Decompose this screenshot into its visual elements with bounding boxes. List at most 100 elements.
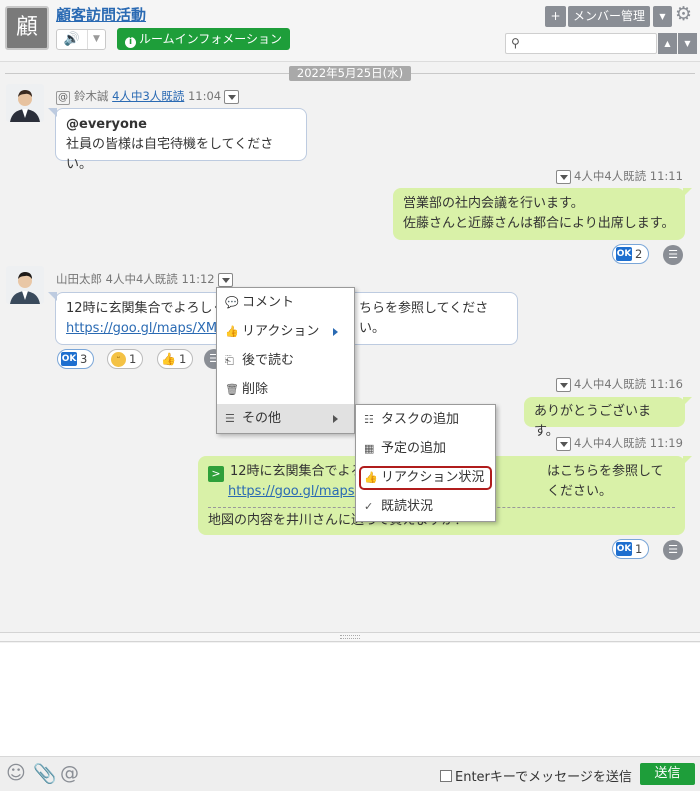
- reaction-ok[interactable]: OK 3: [57, 349, 95, 369]
- reaction-count: 3: [80, 352, 88, 366]
- send-button[interactable]: 送信: [640, 763, 695, 785]
- comment-icon: 💬: [225, 296, 239, 309]
- person-icon: [6, 84, 44, 122]
- read-status-link[interactable]: 4人中3人既読: [112, 89, 184, 103]
- message-meta: 山田太郎 4人中4人既読 11:12: [56, 271, 236, 287]
- message-text: 営業部の社内会議を行います。: [403, 196, 584, 211]
- menu-item-delete[interactable]: 🗑 削除: [217, 375, 354, 404]
- thumbs-up-icon: 👍: [225, 325, 239, 338]
- calendar-icon: ▦: [364, 442, 375, 455]
- read-status: 4人中4人既読: [574, 377, 647, 391]
- menu-item-add-schedule[interactable]: ▦ 予定の追加: [356, 434, 495, 463]
- plus-icon[interactable]: +: [545, 6, 566, 27]
- list-icon: ☰: [225, 412, 235, 425]
- sound-toggle[interactable]: 🔊 ▼: [56, 29, 106, 50]
- resize-handle[interactable]: [0, 632, 700, 642]
- date-label: 2022年5月25日(水): [289, 66, 411, 81]
- timestamp: 11:12: [181, 272, 215, 286]
- speaker-icon[interactable]: 🔊: [57, 30, 87, 49]
- timestamp: 11:16: [649, 377, 683, 391]
- search-down-button[interactable]: ▼: [678, 33, 697, 54]
- avatar[interactable]: [6, 84, 44, 122]
- menu-item-other[interactable]: ☰ その他: [217, 404, 354, 433]
- menu-item-label: 既読状況: [381, 499, 434, 514]
- reaction-count: 1: [635, 542, 643, 556]
- bookmark-icon: ⎗: [225, 354, 234, 367]
- room-avatar: 顧: [5, 6, 49, 50]
- enter-to-send-checkbox[interactable]: Enterキーでメッセージを送信: [440, 766, 632, 785]
- smile-icon[interactable]: ☺: [6, 762, 26, 784]
- reaction-count: 1: [178, 352, 187, 366]
- read-status: 4人中4人既読: [574, 169, 647, 183]
- mention-icon: @: [56, 91, 70, 105]
- sender-name: 山田太郎: [56, 272, 102, 286]
- read-status: 4人中4人既読: [105, 272, 178, 286]
- search-icon: ⚲: [511, 36, 520, 50]
- message-text: ちらを参照してください。: [359, 301, 489, 336]
- message-meta: 4人中4人既読 11:11: [553, 168, 683, 184]
- timestamp: 11:19: [649, 436, 683, 450]
- search-input[interactable]: ⚲: [505, 33, 657, 54]
- message-bubble: 営業部の社内会議を行います。 佐藤さんと近藤さんは都合により出席します。: [393, 188, 692, 240]
- message-input[interactable]: [0, 643, 700, 756]
- mention-icon[interactable]: @: [60, 762, 79, 784]
- enter-to-send-label: Enterキーでメッセージを送信: [455, 770, 632, 785]
- chevron-right-icon: [333, 328, 338, 336]
- chevron-down-icon[interactable]: ▼: [653, 6, 672, 27]
- timestamp: 11:11: [649, 169, 683, 183]
- menu-item-label: 予定の追加: [381, 441, 447, 456]
- reaction-ok[interactable]: OK 1: [612, 539, 650, 559]
- search-up-button[interactable]: ▲: [658, 33, 677, 54]
- ok-icon: OK: [616, 542, 632, 556]
- quote-text: はこちらを参照してください。: [547, 464, 664, 499]
- message-meta: 4人中4人既読 11:16: [553, 376, 683, 392]
- composer-footer: ☺ 📎 @ Enterキーでメッセージを送信 送信: [0, 756, 700, 791]
- menu-item-label: タスクの追加: [381, 412, 460, 427]
- message-bubble: @everyone 社員の皆様は自宅待機をしてください。: [48, 108, 307, 172]
- read-status: 4人中4人既読: [574, 436, 647, 450]
- menu-item-label: コメント: [242, 295, 295, 310]
- hamburger-icon[interactable]: ☰: [663, 245, 683, 265]
- smile-icon: ᵕ: [111, 351, 126, 367]
- info-icon: i: [125, 37, 136, 48]
- paperclip-icon[interactable]: 📎: [33, 762, 57, 785]
- menu-item-add-task[interactable]: ☷ タスクの追加: [356, 405, 495, 434]
- room-title[interactable]: 顧客訪問活動: [56, 4, 146, 25]
- menu-item-comment[interactable]: 💬 コメント: [217, 288, 354, 317]
- person-icon: [6, 266, 44, 304]
- checkbox[interactable]: [440, 769, 452, 782]
- room-header: 顧 顧客訪問活動 🔊 ▼ i ルームインフォメーション + メンバー管理 ▼ ⚙ …: [0, 0, 700, 62]
- menu-item-reaction-status[interactable]: 👍 リアクション状況: [356, 463, 495, 492]
- checklist-icon: ☷: [364, 413, 374, 426]
- hamburger-icon[interactable]: ☰: [663, 540, 683, 560]
- message-meta: @ 鈴木誠 4人中3人既読 11:04: [56, 88, 242, 105]
- message-menu-button[interactable]: [556, 436, 571, 451]
- reaction-count: 2: [635, 247, 643, 261]
- gear-icon[interactable]: ⚙: [675, 4, 692, 24]
- avatar[interactable]: [6, 266, 44, 304]
- message-menu-button[interactable]: [224, 89, 240, 104]
- reaction-count: 1: [129, 352, 137, 366]
- message-menu-button[interactable]: [556, 377, 571, 392]
- menu-item-read-status[interactable]: ✓ 既読状況: [356, 492, 495, 521]
- message-bubble: ありがとうございます。: [524, 397, 692, 439]
- message-text: 社員の皆様は自宅待機をしてください。: [66, 137, 274, 172]
- member-management-button[interactable]: メンバー管理: [568, 6, 650, 27]
- menu-item-label: その他: [242, 411, 282, 426]
- message-menu-button[interactable]: [556, 169, 571, 184]
- menu-item-reaction[interactable]: 👍 リアクション: [217, 317, 354, 346]
- menu-item-read-later[interactable]: ⎗ 後で読む: [217, 346, 354, 375]
- chevron-down-icon[interactable]: ▼: [87, 30, 105, 49]
- quote-text: 12時に玄関集合でよろ: [230, 464, 364, 479]
- grip-icon: [340, 635, 360, 639]
- menu-item-label: 後で読む: [242, 353, 295, 368]
- reaction-smile[interactable]: ᵕ1: [107, 349, 144, 369]
- submenu: ☷ タスクの追加 ▦ 予定の追加 👍 リアクション状況 ✓ 既読状況: [355, 404, 496, 522]
- quote-icon: >: [208, 466, 224, 482]
- reaction-ok[interactable]: OK 2: [612, 244, 650, 264]
- menu-item-label: 削除: [242, 382, 269, 397]
- menu-item-label: リアクション: [242, 324, 320, 339]
- message-menu-button[interactable]: [217, 272, 233, 287]
- reaction-thumbs-up[interactable]: 👍 1: [157, 349, 194, 369]
- room-info-button[interactable]: i ルームインフォメーション: [117, 28, 291, 50]
